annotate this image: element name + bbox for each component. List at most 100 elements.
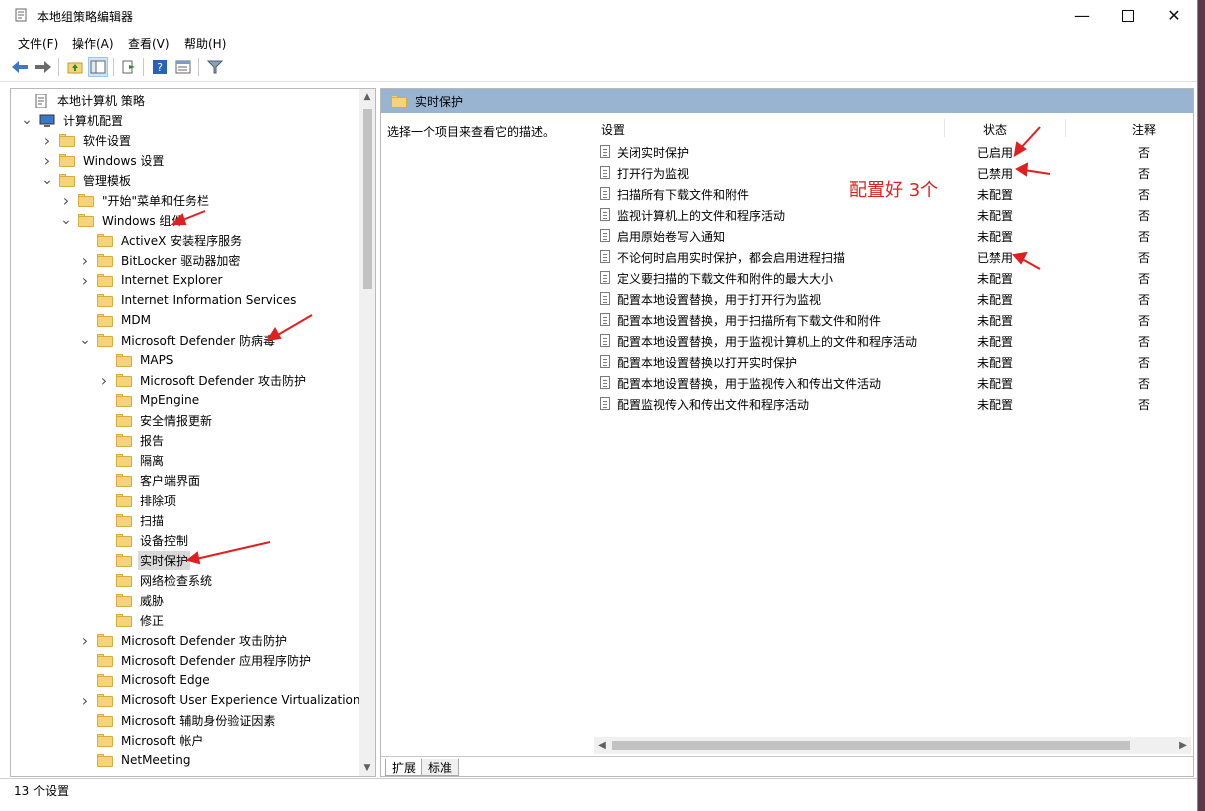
- tree-item[interactable]: › Microsoft User Experience Virtualizatio…: [79, 690, 363, 710]
- tree-item[interactable]: 排除项: [98, 490, 178, 510]
- setting-row[interactable]: 配置监视传入和传出文件和程序活动 未配置 否: [595, 393, 1192, 414]
- menu-help[interactable]: 帮助(H): [184, 35, 226, 52]
- scroll-left-icon[interactable]: ◀: [594, 737, 610, 754]
- tree-item[interactable]: 修正: [98, 610, 166, 630]
- column-header-state[interactable]: 状态: [983, 121, 1007, 138]
- tree-item[interactable]: 扫描: [98, 510, 166, 530]
- scroll-right-icon[interactable]: ▶: [1175, 737, 1191, 754]
- chevron-right-icon[interactable]: ›: [60, 191, 72, 210]
- chevron-right-icon[interactable]: ›: [98, 371, 110, 390]
- tree-item[interactable]: › Microsoft Defender 攻击防护: [79, 630, 289, 650]
- chevron-down-icon[interactable]: ⌄: [79, 333, 91, 347]
- tree-item[interactable]: › "开始"菜单和任务栏: [60, 190, 211, 210]
- tree-item[interactable]: ⌄ Microsoft Defender 防病毒: [79, 330, 277, 350]
- tree-item[interactable]: 安全情报更新: [98, 410, 214, 430]
- chevron-right-icon[interactable]: ›: [41, 131, 53, 150]
- minimize-button[interactable]: —: [1059, 0, 1105, 31]
- scroll-thumb[interactable]: [363, 109, 372, 289]
- tree-item[interactable]: ⌄ 管理模板: [41, 170, 133, 190]
- tree-item[interactable]: 本地计算机 策略: [15, 90, 147, 110]
- folder-icon: [116, 594, 132, 607]
- filter-button[interactable]: [205, 57, 225, 77]
- setting-row[interactable]: 配置本地设置替换以打开实时保护 未配置 否: [595, 351, 1192, 372]
- setting-name: 打开行为监视: [617, 167, 690, 181]
- tree-item[interactable]: MDM: [79, 310, 153, 330]
- setting-row[interactable]: 配置本地设置替换，用于扫描所有下载文件和附件 未配置 否: [595, 309, 1192, 330]
- setting-row[interactable]: 定义要扫描的下载文件和附件的最大大小 未配置 否: [595, 267, 1192, 288]
- chevron-right-icon[interactable]: ›: [79, 251, 91, 270]
- tree-vertical-scrollbar[interactable]: ▲ ▼: [359, 89, 375, 776]
- help-button[interactable]: ?: [150, 57, 170, 77]
- status-text: 13 个设置: [14, 784, 70, 798]
- title-bar: 本地组策略编辑器 — ✕: [0, 0, 1197, 31]
- tree-item[interactable]: 隔离: [98, 450, 166, 470]
- folder-icon: [97, 294, 113, 307]
- setting-row[interactable]: 监视计算机上的文件和程序活动 未配置 否: [595, 204, 1192, 225]
- tree-item[interactable]: ⌄ Windows 组件: [60, 210, 185, 230]
- chevron-right-icon[interactable]: ›: [41, 151, 53, 170]
- chevron-right-icon[interactable]: ›: [79, 691, 91, 710]
- setting-row[interactable]: 配置本地设置替换，用于监视传入和传出文件活动 未配置 否: [595, 372, 1192, 393]
- up-one-level-button[interactable]: [65, 57, 85, 77]
- tree-item[interactable]: 设备控制: [98, 530, 190, 550]
- tree-item[interactable]: 威胁: [98, 590, 166, 610]
- tree-item[interactable]: ⌄ 计算机配置: [21, 110, 125, 130]
- back-button[interactable]: [10, 57, 30, 77]
- export-list-button[interactable]: [119, 57, 139, 77]
- maximize-icon: [1122, 9, 1134, 22]
- tree-item[interactable]: › Microsoft Defender 攻击防护: [98, 370, 308, 390]
- column-header-note[interactable]: 注释: [1132, 121, 1156, 138]
- tree-item[interactable]: Microsoft 辅助身份验证因素: [79, 710, 277, 730]
- tree-item[interactable]: 报告: [98, 430, 166, 450]
- setting-state: 未配置: [977, 377, 1014, 391]
- forward-button[interactable]: [33, 57, 53, 77]
- setting-row[interactable]: 配置本地设置替换，用于打开行为监视 未配置 否: [595, 288, 1192, 309]
- menu-action[interactable]: 操作(A): [72, 35, 114, 52]
- tree-item[interactable]: 客户端界面: [98, 470, 202, 490]
- chevron-right-icon[interactable]: ›: [79, 631, 91, 650]
- tree-item[interactable]: ActiveX 安装程序服务: [79, 230, 244, 250]
- maximize-button[interactable]: [1105, 0, 1151, 31]
- setting-row[interactable]: 配置本地设置替换，用于监视计算机上的文件和程序活动 未配置 否: [595, 330, 1192, 351]
- chevron-down-icon[interactable]: ⌄: [21, 113, 33, 127]
- column-separator[interactable]: [1065, 119, 1066, 137]
- show-hide-tree-button[interactable]: [88, 57, 108, 77]
- setting-note: 否: [1138, 272, 1151, 286]
- properties-button[interactable]: [173, 57, 193, 77]
- tree-item[interactable]: › Windows 设置: [41, 150, 166, 170]
- tree-item[interactable]: Internet Information Services: [79, 290, 298, 310]
- tree-item[interactable]: NetMeeting: [79, 750, 192, 770]
- tree-item[interactable]: › Internet Explorer: [79, 270, 224, 290]
- tree-item[interactable]: 网络检查系统: [98, 570, 214, 590]
- tree-item[interactable]: 实时保护: [98, 550, 191, 570]
- tree-item[interactable]: Microsoft Defender 应用程序防护: [79, 650, 313, 670]
- annotation-text: 配置好 3个: [849, 180, 939, 201]
- menu-view[interactable]: 查看(V): [128, 35, 170, 52]
- setting-note: 否: [1138, 167, 1151, 181]
- tab-extended[interactable]: 扩展: [385, 759, 424, 776]
- policy-setting-icon: [600, 334, 610, 347]
- chevron-right-icon[interactable]: ›: [79, 271, 91, 290]
- setting-row[interactable]: 启用原始卷写入通知 未配置 否: [595, 225, 1192, 246]
- tree-item-label: 网络检查系统: [140, 573, 213, 588]
- tree-item[interactable]: › BitLocker 驱动器加密: [79, 250, 242, 270]
- tree-item[interactable]: › 软件设置: [41, 130, 133, 150]
- chevron-down-icon[interactable]: ⌄: [41, 173, 53, 187]
- chevron-down-icon[interactable]: ⌄: [60, 213, 72, 227]
- tree-item[interactable]: MAPS: [98, 350, 175, 370]
- menu-file[interactable]: 文件(F): [18, 35, 58, 52]
- tree-item[interactable]: Microsoft Edge: [79, 670, 212, 690]
- tab-standard[interactable]: 标准: [421, 759, 460, 776]
- scroll-up-icon[interactable]: ▲: [359, 89, 375, 105]
- tree-item[interactable]: MpEngine: [98, 390, 201, 410]
- setting-row[interactable]: 关闭实时保护 已启用 否: [595, 141, 1192, 162]
- tree-item[interactable]: Microsoft 帐户: [79, 730, 205, 750]
- list-horizontal-scrollbar[interactable]: ◀ ▶: [594, 737, 1191, 754]
- scroll-thumb[interactable]: [612, 741, 1130, 750]
- setting-note: 否: [1138, 230, 1151, 244]
- column-separator[interactable]: [944, 119, 945, 137]
- column-header-setting[interactable]: 设置: [601, 121, 625, 138]
- close-button[interactable]: ✕: [1151, 0, 1197, 31]
- scroll-down-icon[interactable]: ▼: [359, 760, 375, 776]
- setting-row[interactable]: 不论何时启用实时保护，都会启用进程扫描 已禁用 否: [595, 246, 1192, 267]
